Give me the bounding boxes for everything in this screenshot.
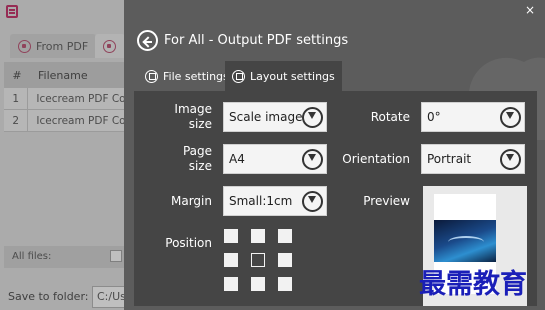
position-bottom-left[interactable] — [224, 277, 238, 291]
orientation-label: Orientation — [342, 152, 410, 166]
chevron-down-icon — [302, 149, 323, 170]
preview-label: Preview — [363, 194, 410, 208]
file-settings-icon — [145, 69, 158, 83]
tab-file-settings[interactable]: File settings — [138, 61, 236, 91]
position-top-left[interactable] — [224, 229, 238, 243]
position-label: Position — [165, 236, 212, 250]
page-size-label: Page size — [182, 144, 212, 173]
orientation-value: Portrait — [427, 152, 472, 166]
rotate-select[interactable]: 0° — [421, 102, 525, 132]
position-middle-right[interactable] — [278, 253, 292, 267]
tab-layout-settings[interactable]: Layout settings — [225, 61, 342, 91]
image-size-value: Scale image — [229, 110, 303, 124]
close-button[interactable]: × — [525, 3, 535, 17]
page-size-value: A4 — [229, 152, 245, 166]
position-middle-center[interactable] — [251, 253, 265, 267]
preview-image — [434, 220, 496, 262]
rotate-label: Rotate — [370, 110, 410, 124]
rotate-value: 0° — [427, 110, 441, 124]
position-top-center[interactable] — [251, 229, 265, 243]
margin-value: Small:1cm — [229, 194, 293, 208]
back-arrow-icon[interactable] — [137, 30, 158, 51]
orientation-select[interactable]: Portrait — [421, 144, 525, 174]
chevron-down-icon — [302, 191, 323, 212]
position-bottom-center[interactable] — [251, 277, 265, 291]
watermark-text: 最需教育 — [419, 269, 527, 300]
margin-select[interactable]: Small:1cm — [223, 186, 327, 216]
chevron-down-icon — [500, 149, 521, 170]
margin-label: Margin — [171, 194, 212, 208]
position-top-right[interactable] — [278, 229, 292, 243]
image-size-label: Image size — [174, 102, 212, 131]
tab-layout-settings-label: Layout settings — [250, 69, 335, 83]
image-size-select[interactable]: Scale image — [223, 102, 327, 132]
page-size-select[interactable]: A4 — [223, 144, 327, 174]
panel-title: For All - Output PDF settings — [164, 33, 349, 48]
position-middle-left[interactable] — [224, 253, 238, 267]
tab-file-settings-label: File settings — [163, 69, 229, 83]
chevron-down-icon — [302, 107, 323, 128]
layout-settings-icon — [232, 69, 245, 83]
position-bottom-right[interactable] — [278, 277, 292, 291]
output-settings-panel: × For All - Output PDF settings File set… — [124, 0, 545, 310]
chevron-down-icon — [500, 107, 521, 128]
